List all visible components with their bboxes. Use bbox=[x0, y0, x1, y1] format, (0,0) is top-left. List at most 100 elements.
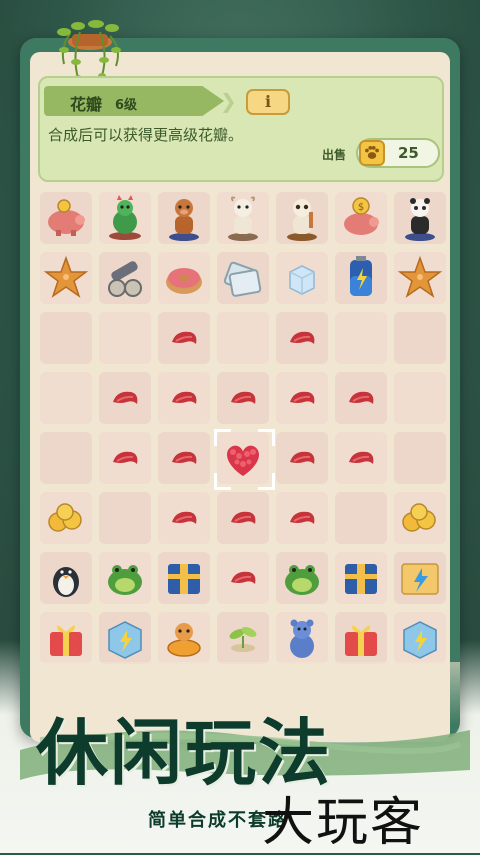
petal-icon[interactable] bbox=[276, 432, 328, 484]
paw-coins-icon[interactable] bbox=[394, 492, 446, 544]
petal-icon[interactable] bbox=[158, 372, 210, 424]
petal-icon[interactable] bbox=[158, 432, 210, 484]
grid-cell[interactable] bbox=[40, 552, 92, 604]
grid-cell[interactable] bbox=[394, 192, 446, 244]
starfish-icon[interactable] bbox=[40, 252, 92, 304]
grid-cell[interactable] bbox=[158, 612, 210, 664]
petal-icon[interactable] bbox=[158, 312, 210, 364]
brown-cow-figure-icon[interactable] bbox=[158, 192, 210, 244]
grid-cell[interactable] bbox=[394, 372, 446, 424]
glass-plates-icon[interactable] bbox=[217, 252, 269, 304]
grid-cell[interactable] bbox=[217, 612, 269, 664]
grid-cell[interactable] bbox=[276, 492, 328, 544]
gift-box-icon[interactable] bbox=[335, 612, 387, 664]
penguin-icon[interactable] bbox=[40, 552, 92, 604]
grid-cell[interactable] bbox=[158, 252, 210, 304]
grid-cell[interactable] bbox=[276, 432, 328, 484]
grid-cell[interactable] bbox=[335, 492, 387, 544]
petal-icon[interactable] bbox=[217, 372, 269, 424]
grid-cell[interactable] bbox=[276, 552, 328, 604]
grid-cell[interactable] bbox=[217, 252, 269, 304]
frog-icon[interactable] bbox=[99, 552, 151, 604]
grid-cell[interactable] bbox=[217, 372, 269, 424]
grid-cell[interactable] bbox=[394, 492, 446, 544]
frog-icon[interactable] bbox=[276, 552, 328, 604]
piggy-bank-coin-icon[interactable]: $ bbox=[335, 192, 387, 244]
grid-cell[interactable] bbox=[276, 372, 328, 424]
dog-ring-icon[interactable] bbox=[158, 612, 210, 664]
grid-cell[interactable] bbox=[40, 372, 92, 424]
blue-bear-icon[interactable] bbox=[276, 612, 328, 664]
petal-icon[interactable] bbox=[99, 432, 151, 484]
grid-cell[interactable] bbox=[40, 432, 92, 484]
grid-cell[interactable]: $ bbox=[335, 192, 387, 244]
gift-box-icon[interactable] bbox=[40, 612, 92, 664]
petal-icon[interactable] bbox=[276, 372, 328, 424]
lightning-cube-icon[interactable] bbox=[394, 612, 446, 664]
green-dragon-icon[interactable] bbox=[99, 192, 151, 244]
grid-cell[interactable] bbox=[158, 552, 210, 604]
grid-cell[interactable] bbox=[158, 372, 210, 424]
white-goat-figure-icon[interactable] bbox=[217, 192, 269, 244]
panda-figure-icon[interactable] bbox=[394, 192, 446, 244]
battery-icon[interactable] bbox=[335, 252, 387, 304]
paw-coins-icon[interactable] bbox=[40, 492, 92, 544]
donut-icon[interactable] bbox=[158, 252, 210, 304]
ice-cube-icon[interactable] bbox=[276, 252, 328, 304]
petal-icon[interactable] bbox=[335, 432, 387, 484]
grid-cell[interactable] bbox=[335, 312, 387, 364]
petal-icon[interactable] bbox=[276, 492, 328, 544]
petal-icon[interactable] bbox=[217, 552, 269, 604]
petal-icon[interactable] bbox=[217, 492, 269, 544]
grid-cell[interactable] bbox=[99, 252, 151, 304]
grid-cell[interactable] bbox=[99, 552, 151, 604]
piggy-bank-icon[interactable] bbox=[40, 192, 92, 244]
grid-cell[interactable] bbox=[335, 552, 387, 604]
grid-cell[interactable] bbox=[394, 252, 446, 304]
info-button[interactable]: i bbox=[246, 89, 290, 115]
grid-cell[interactable] bbox=[335, 252, 387, 304]
cannon-icon[interactable] bbox=[99, 252, 151, 304]
grid-cell[interactable] bbox=[40, 492, 92, 544]
grid-cell[interactable] bbox=[394, 432, 446, 484]
grid-cell[interactable] bbox=[40, 612, 92, 664]
grid-cell[interactable] bbox=[40, 192, 92, 244]
grid-cell[interactable] bbox=[99, 492, 151, 544]
grid-cell[interactable] bbox=[394, 612, 446, 664]
grid-cell[interactable] bbox=[394, 312, 446, 364]
grid-cell[interactable] bbox=[217, 552, 269, 604]
grid-cell[interactable] bbox=[335, 612, 387, 664]
starfish-icon[interactable] bbox=[394, 252, 446, 304]
lightning-crate-icon[interactable] bbox=[394, 552, 446, 604]
grid-cell[interactable] bbox=[335, 372, 387, 424]
petal-icon[interactable] bbox=[335, 372, 387, 424]
grid-cell[interactable] bbox=[99, 312, 151, 364]
grid-cell[interactable] bbox=[158, 192, 210, 244]
grid-cell[interactable] bbox=[276, 312, 328, 364]
petal-icon[interactable] bbox=[99, 372, 151, 424]
petal-icon[interactable] bbox=[158, 492, 210, 544]
grid-cell[interactable] bbox=[99, 372, 151, 424]
grid-cell[interactable] bbox=[276, 192, 328, 244]
grid-cell[interactable] bbox=[158, 432, 210, 484]
grid-cell[interactable] bbox=[276, 612, 328, 664]
grid-cell[interactable] bbox=[158, 312, 210, 364]
grid-cell[interactable] bbox=[217, 312, 269, 364]
grid-cell[interactable] bbox=[335, 432, 387, 484]
grid-cell[interactable] bbox=[99, 192, 151, 244]
striped-box-icon[interactable] bbox=[335, 552, 387, 604]
petal-icon[interactable] bbox=[276, 312, 328, 364]
grid-cell[interactable] bbox=[99, 432, 151, 484]
grid-cell[interactable] bbox=[276, 252, 328, 304]
grid-cell[interactable] bbox=[217, 492, 269, 544]
grid-cell[interactable] bbox=[40, 312, 92, 364]
grid-cell[interactable] bbox=[214, 429, 275, 490]
grid-cell[interactable] bbox=[99, 612, 151, 664]
sprout-icon[interactable] bbox=[217, 612, 269, 664]
grid-cell[interactable] bbox=[217, 192, 269, 244]
striped-box-icon[interactable] bbox=[158, 552, 210, 604]
panda-goat-figure-icon[interactable] bbox=[276, 192, 328, 244]
grid-cell[interactable] bbox=[158, 492, 210, 544]
lightning-cube-icon[interactable] bbox=[99, 612, 151, 664]
grid-cell[interactable] bbox=[40, 252, 92, 304]
